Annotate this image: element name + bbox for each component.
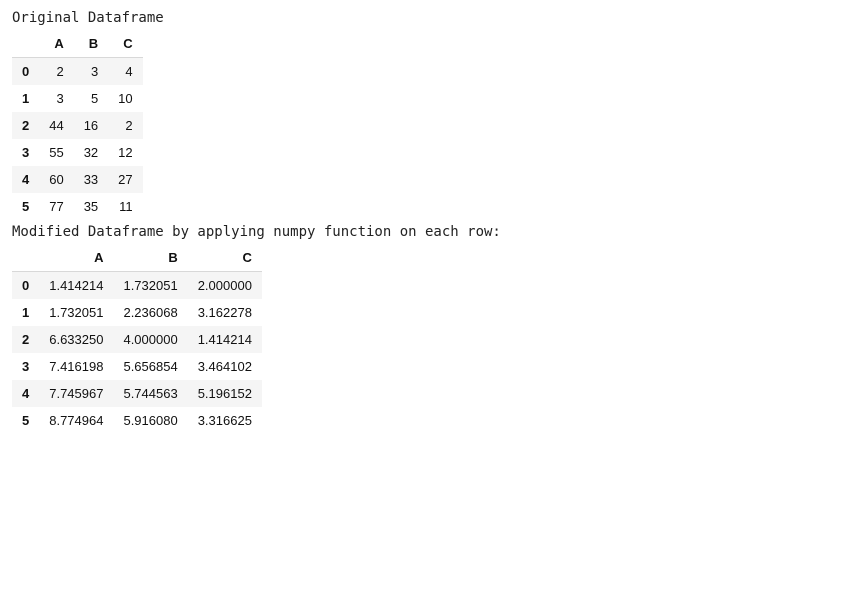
cell: 5.916080 xyxy=(113,407,187,434)
cell: 3.316625 xyxy=(188,407,262,434)
cell: 44 xyxy=(39,112,73,139)
cell: 2 xyxy=(39,58,73,86)
col-header-B: B xyxy=(74,30,108,58)
cell: 33 xyxy=(74,166,108,193)
row-index: 4 xyxy=(12,380,39,407)
cell: 7.416198 xyxy=(39,353,113,380)
row-index: 5 xyxy=(12,193,39,220)
cell: 3 xyxy=(39,85,73,112)
cell: 8.774964 xyxy=(39,407,113,434)
row-index: 5 xyxy=(12,407,39,434)
index-header xyxy=(12,30,39,58)
col-header-C: C xyxy=(188,244,262,272)
cell: 11 xyxy=(108,193,142,220)
index-header xyxy=(12,244,39,272)
cell: 27 xyxy=(108,166,142,193)
original-caption: Original Dataframe xyxy=(12,10,829,26)
row-index: 1 xyxy=(12,299,39,326)
row-index: 4 xyxy=(12,166,39,193)
table-row: 3 7.416198 5.656854 3.464102 xyxy=(12,353,262,380)
row-index: 0 xyxy=(12,58,39,86)
modified-caption: Modified Dataframe by applying numpy fun… xyxy=(12,224,829,240)
row-index: 2 xyxy=(12,326,39,353)
cell: 3 xyxy=(74,58,108,86)
header-row: A B C xyxy=(12,244,262,272)
cell: 7.745967 xyxy=(39,380,113,407)
table-row: 2 44 16 2 xyxy=(12,112,143,139)
cell: 10 xyxy=(108,85,142,112)
cell: 5.196152 xyxy=(188,380,262,407)
cell: 1.414214 xyxy=(188,326,262,353)
cell: 35 xyxy=(74,193,108,220)
cell: 2.000000 xyxy=(188,272,262,300)
table-row: 5 8.774964 5.916080 3.316625 xyxy=(12,407,262,434)
cell: 55 xyxy=(39,139,73,166)
modified-dataframe: A B C 0 1.414214 1.732051 2.000000 1 1.7… xyxy=(12,244,262,434)
cell: 1.732051 xyxy=(113,272,187,300)
cell: 5 xyxy=(74,85,108,112)
cell: 3.162278 xyxy=(188,299,262,326)
table-row: 0 1.414214 1.732051 2.000000 xyxy=(12,272,262,300)
table-row: 1 3 5 10 xyxy=(12,85,143,112)
table-row: 4 60 33 27 xyxy=(12,166,143,193)
row-index: 1 xyxy=(12,85,39,112)
col-header-A: A xyxy=(39,244,113,272)
cell: 2.236068 xyxy=(113,299,187,326)
table-row: 0 2 3 4 xyxy=(12,58,143,86)
table-row: 2 6.633250 4.000000 1.414214 xyxy=(12,326,262,353)
cell: 77 xyxy=(39,193,73,220)
header-row: A B C xyxy=(12,30,143,58)
original-dataframe: A B C 0 2 3 4 1 3 5 10 2 44 16 2 xyxy=(12,30,143,220)
table-row: 4 7.745967 5.744563 5.196152 xyxy=(12,380,262,407)
row-index: 3 xyxy=(12,353,39,380)
cell: 1.414214 xyxy=(39,272,113,300)
cell: 5.656854 xyxy=(113,353,187,380)
original-section: Original Dataframe A B C 0 2 3 4 1 3 5 1… xyxy=(12,10,829,220)
cell: 2 xyxy=(108,112,142,139)
col-header-B: B xyxy=(113,244,187,272)
col-header-C: C xyxy=(108,30,142,58)
table-row: 5 77 35 11 xyxy=(12,193,143,220)
cell: 5.744563 xyxy=(113,380,187,407)
cell: 4.000000 xyxy=(113,326,187,353)
row-index: 2 xyxy=(12,112,39,139)
cell: 1.732051 xyxy=(39,299,113,326)
cell: 12 xyxy=(108,139,142,166)
cell: 60 xyxy=(39,166,73,193)
col-header-A: A xyxy=(39,30,73,58)
table-row: 1 1.732051 2.236068 3.162278 xyxy=(12,299,262,326)
modified-section: Modified Dataframe by applying numpy fun… xyxy=(12,224,829,434)
cell: 3.464102 xyxy=(188,353,262,380)
row-index: 3 xyxy=(12,139,39,166)
cell: 16 xyxy=(74,112,108,139)
table-row: 3 55 32 12 xyxy=(12,139,143,166)
cell: 32 xyxy=(74,139,108,166)
cell: 4 xyxy=(108,58,142,86)
cell: 6.633250 xyxy=(39,326,113,353)
row-index: 0 xyxy=(12,272,39,300)
